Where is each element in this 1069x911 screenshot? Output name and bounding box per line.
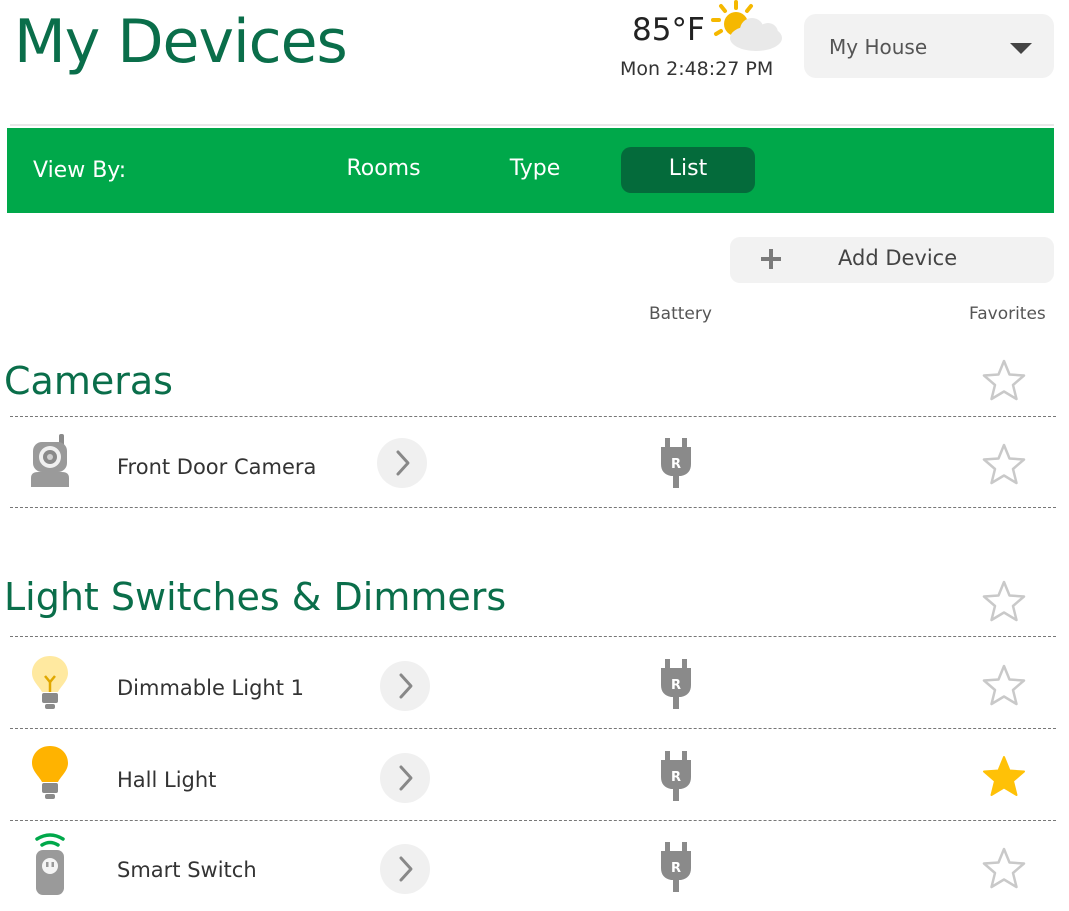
device-details-button[interactable] [380, 661, 430, 711]
row-divider [10, 636, 1056, 637]
tab-list[interactable]: List [621, 147, 755, 193]
location-select-value: My House [829, 35, 928, 59]
page-title: My Devices [14, 7, 348, 77]
location-select[interactable]: My House [804, 14, 1054, 78]
device-details-button[interactable] [380, 844, 430, 894]
view-by-label: View By: [33, 158, 127, 183]
tab-rooms[interactable]: Rooms [327, 147, 440, 193]
row-divider [10, 507, 1056, 508]
header-divider [10, 124, 1054, 126]
plug-icon: R [661, 659, 691, 709]
row-divider [10, 728, 1056, 729]
star-outline-icon[interactable] [982, 359, 1026, 401]
smart-switch-icon [35, 833, 65, 895]
view-by-bar: View By: Rooms Type List [7, 128, 1054, 213]
row-divider [10, 820, 1056, 821]
clock: Mon 2:48:27 PM [620, 58, 774, 80]
bulb-icon [32, 746, 68, 799]
tab-type[interactable]: Type [490, 147, 580, 193]
star-outline-icon[interactable] [982, 847, 1026, 889]
power-letter: R [671, 770, 681, 785]
power-letter: R [671, 678, 681, 693]
device-name[interactable]: Hall Light [117, 766, 216, 794]
section-title-cameras: Cameras [4, 359, 173, 403]
power-letter: R [671, 457, 681, 472]
chevron-right-icon [399, 673, 413, 699]
plug-icon: R [661, 842, 691, 892]
favorites-column-header: Favorites [969, 304, 1046, 324]
add-device-button[interactable]: Add Device [730, 237, 1054, 283]
dim-bulb-icon [32, 656, 68, 709]
star-outline-icon[interactable] [982, 664, 1026, 706]
star-outline-icon[interactable] [982, 580, 1026, 622]
star-filled-icon[interactable] [982, 755, 1026, 797]
partly-sunny-icon [711, 0, 782, 51]
device-name[interactable]: Dimmable Light 1 [117, 674, 304, 702]
plus-icon [761, 249, 781, 269]
add-device-label: Add Device [838, 246, 958, 270]
section-title-light-switches: Light Switches & Dimmers [4, 575, 507, 619]
star-outline-icon[interactable] [982, 443, 1026, 485]
row-divider [10, 416, 1056, 417]
plug-icon: R [661, 751, 691, 801]
chevron-right-icon [399, 765, 413, 791]
camera-icon [31, 434, 69, 487]
device-name[interactable]: Front Door Camera [117, 453, 316, 481]
power-letter: R [671, 861, 681, 876]
device-details-button[interactable] [380, 753, 430, 803]
device-details-button[interactable] [377, 438, 427, 488]
device-name[interactable]: Smart Switch [117, 856, 257, 884]
temperature: 85°F [632, 12, 705, 48]
battery-column-header: Battery [649, 304, 712, 324]
chevron-down-icon [1010, 43, 1032, 54]
plug-icon: R [661, 438, 691, 488]
chevron-right-icon [396, 450, 410, 476]
chevron-right-icon [399, 856, 413, 882]
